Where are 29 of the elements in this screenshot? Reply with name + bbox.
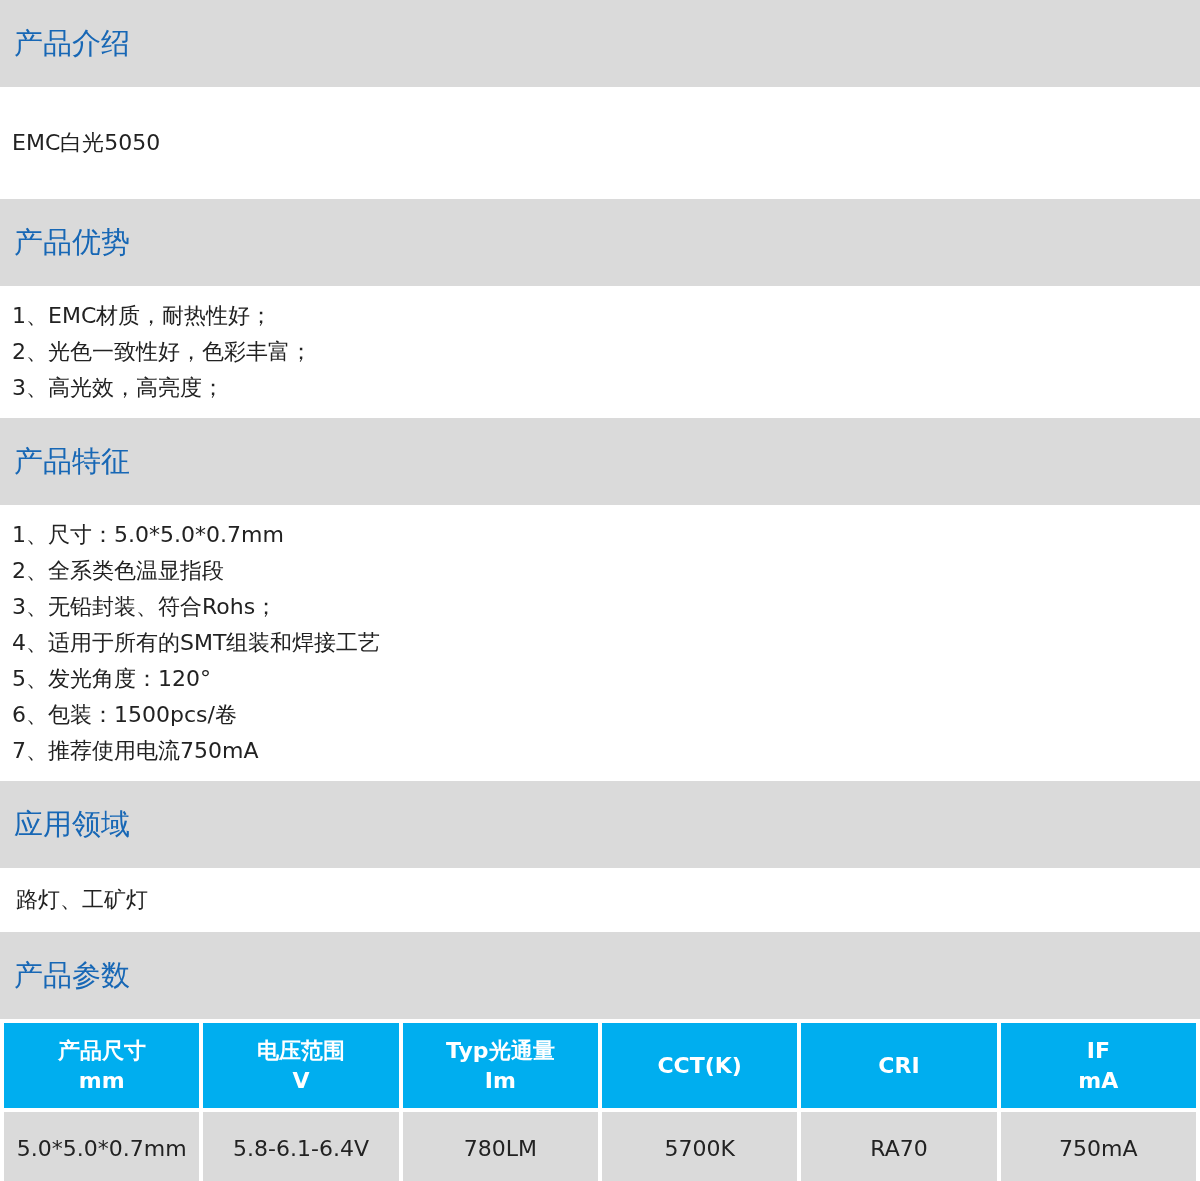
column-header: Typ光通量 Im (402, 1023, 598, 1108)
list-item: 4、适用于所有的SMT组装和焊接工艺 (12, 629, 382, 657)
column-header: 产品尺寸 mm (4, 1023, 200, 1108)
list-item: 1、尺寸：5.0*5.0*0.7mm (12, 521, 285, 549)
section-text: 路灯、工矿灯 (16, 886, 149, 914)
section-title: 产品特征 (14, 442, 130, 480)
column-header: CRI (801, 1023, 997, 1108)
section-title: 产品参数 (14, 956, 130, 994)
column-header: IF mA (1000, 1023, 1196, 1108)
list-item: 3、高光效，高亮度； (12, 374, 225, 402)
table-cell: RA70 (801, 1112, 997, 1181)
section-title: 产品介绍 (14, 24, 130, 62)
section-title: 产品优势 (14, 223, 130, 261)
table-cell: 5700K (602, 1112, 798, 1181)
list-item: 6、包装：1500pcs/卷 (12, 701, 238, 729)
list-item: 5、发光角度：120° (12, 665, 212, 693)
list-item: 2、全系类色温显指段 (12, 557, 225, 585)
list-item: 1、EMC材质，耐热性好； (12, 302, 274, 330)
table-cell: 780LM (402, 1112, 598, 1181)
table-cell: 5.0*5.0*0.7mm (4, 1112, 200, 1181)
column-header: CCT(K) (602, 1023, 798, 1108)
list-item: 2、光色一致性好，色彩丰富； (12, 338, 313, 366)
column-header: 电压范围 V (203, 1023, 399, 1108)
section-title: 应用领域 (14, 805, 130, 843)
list-item: 3、无铅封装、符合Rohs； (12, 593, 279, 621)
section-text: EMC白光5050 (12, 129, 162, 157)
list-item: 7、推荐使用电流750mA (12, 737, 260, 765)
table-cell: 750mA (1000, 1112, 1196, 1181)
table-cell: 5.8-6.1-6.4V (203, 1112, 399, 1181)
